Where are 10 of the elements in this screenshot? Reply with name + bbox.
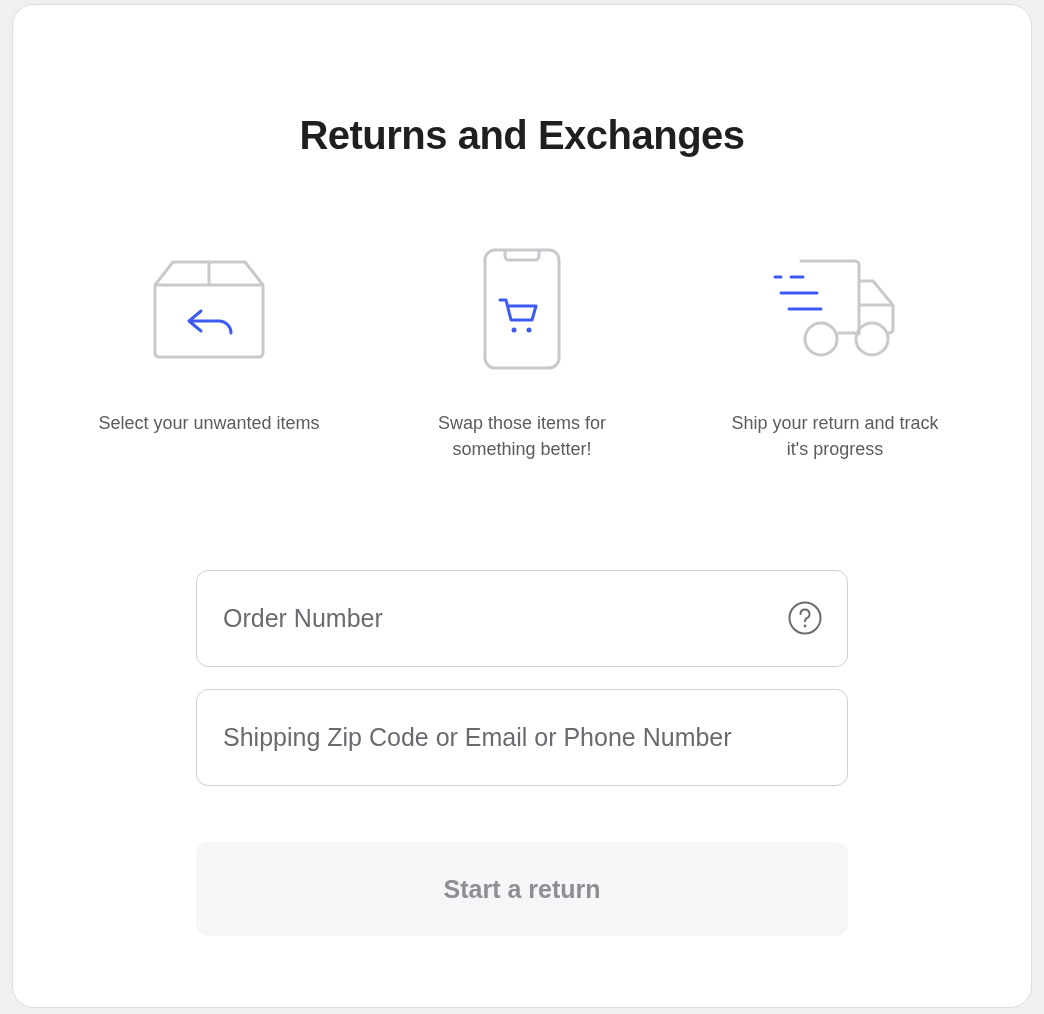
phone-cart-icon	[483, 248, 561, 370]
box-return-icon	[153, 259, 265, 359]
step-caption: Ship your return and track it's progress	[731, 412, 939, 461]
page-title: Returns and Exchanges	[299, 113, 745, 158]
step-caption: Select your unwanted items	[98, 412, 320, 435]
truck-icon	[773, 259, 897, 359]
step-caption: Swap those items for something better!	[437, 412, 607, 461]
help-icon[interactable]	[788, 601, 822, 635]
input-field[interactable]: Order Number	[196, 570, 848, 667]
input-field[interactable]: Shipping Zip Code or Email or Phone Number	[196, 689, 848, 786]
